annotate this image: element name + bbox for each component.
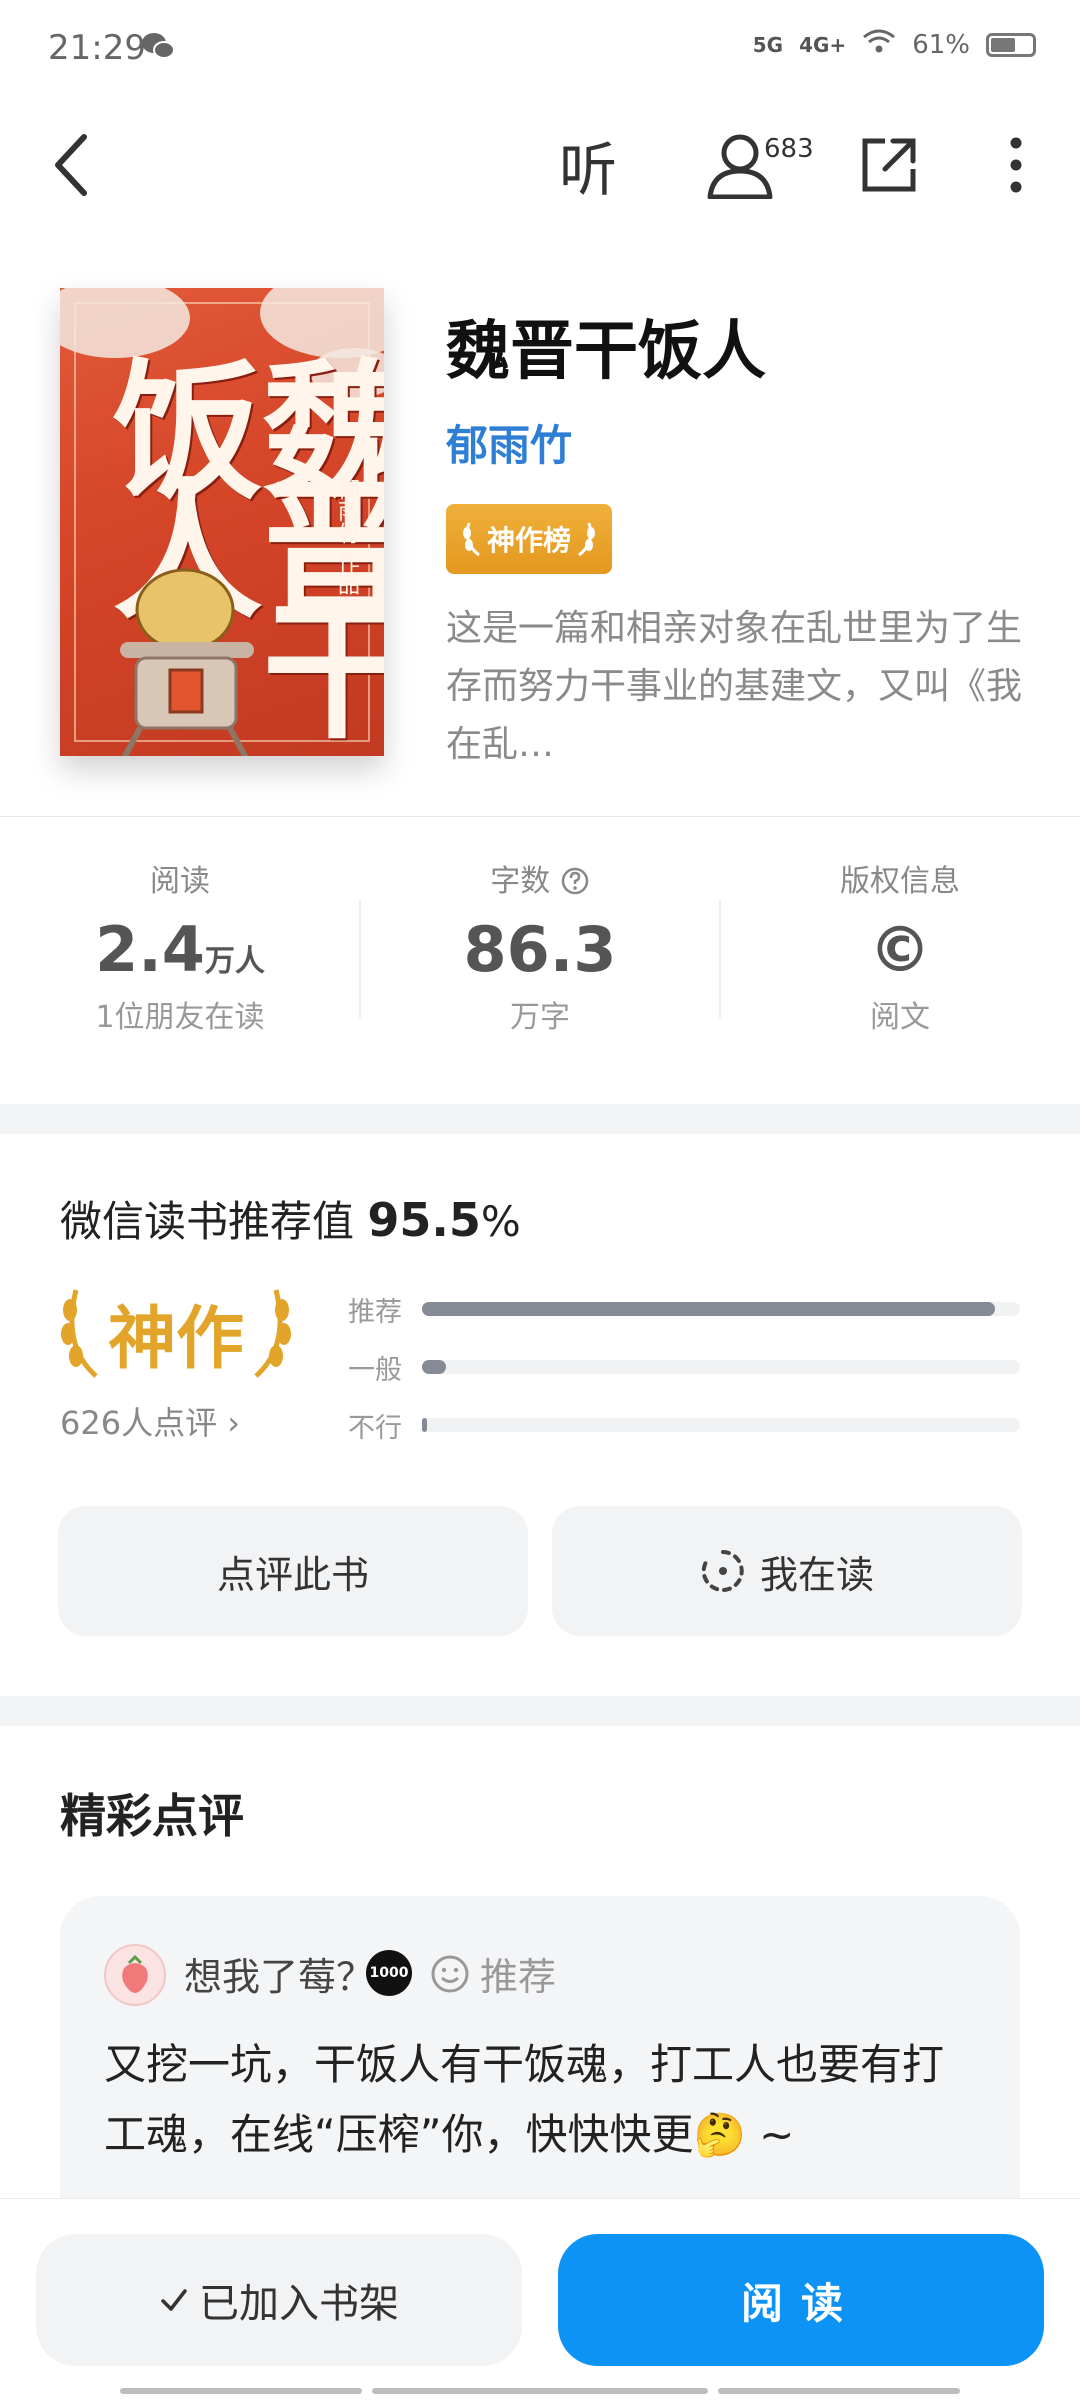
divider [0, 816, 1080, 817]
bookshelf-label: 已加入书架 [199, 2281, 399, 2327]
ranking-badge-label: 神作榜 [486, 524, 571, 557]
book-title: 魏晋干饭人 [446, 314, 766, 389]
laurel-right-icon [254, 1289, 292, 1378]
stat-reading-value: 2.4万人 [95, 913, 265, 986]
bar-fill [422, 1418, 427, 1432]
rating-level: 神作 [58, 1282, 294, 1382]
signal-5g-icon: 5G [752, 32, 784, 57]
read-button[interactable]: 阅读 [558, 2234, 1044, 2366]
share-button[interactable] [854, 130, 924, 200]
strawberry-avatar-icon [122, 1955, 148, 1993]
stat-words-label: 字数 [360, 860, 720, 904]
stat-reading-label: 阅读 [150, 864, 210, 899]
level-badge: 1000 [366, 1950, 412, 1996]
home-indicator [120, 2388, 362, 2394]
reviews-count-link[interactable]: 626人点评 › [60, 1398, 240, 1444]
stat-reading-friends: 1位朋友在读 [95, 1000, 265, 1035]
more-vertical-icon [1010, 137, 1022, 193]
signal-4g-icon: 4G+ [799, 32, 847, 57]
reading-dots-icon [701, 1550, 744, 1592]
check-icon [161, 2289, 187, 2311]
listeners-count: 683 [764, 134, 814, 164]
reading-now-button[interactable]: 我在读 [552, 1506, 1022, 1636]
section-band [0, 1696, 1080, 1726]
bar-bad [422, 1418, 1020, 1432]
more-button[interactable] [992, 130, 1040, 200]
cover-author: 郁雨竹 作品 [334, 478, 359, 595]
read-label: 阅读 [740, 2278, 861, 2328]
bar-label-average: 一般 [348, 1355, 402, 1386]
home-indicator [718, 2388, 960, 2394]
smile-icon [431, 1955, 469, 1992]
laurel-left-icon [61, 1289, 98, 1378]
battery-text: 61% [912, 29, 970, 60]
wechat-icon [140, 30, 176, 66]
home-indicator [372, 2388, 708, 2394]
review-book-label: 点评此书 [216, 1552, 369, 1597]
status-time: 21:29 [48, 28, 146, 68]
review-book-button[interactable]: 点评此书 [58, 1506, 528, 1636]
review-tag-label: 推荐 [480, 1955, 557, 1999]
ranking-badge[interactable]: 神作榜 [446, 504, 612, 574]
stat-copyright-label: 版权信息 [840, 864, 960, 899]
bar-recommend [422, 1302, 1020, 1316]
review-tag: 推荐 [430, 1946, 556, 2001]
external-link-icon [862, 138, 916, 192]
rating-level-label: 神作 [108, 1299, 245, 1379]
cover-illustration-censer [120, 568, 254, 756]
reviews-section-title: 精彩点评 [60, 1789, 244, 1843]
laurel-left-icon [462, 522, 480, 557]
bar-label-bad: 不行 [348, 1413, 402, 1444]
book-cover[interactable]: 魏晋干饭人 郁雨竹 作品 [60, 288, 384, 756]
bar-label-recommend: 推荐 [348, 1297, 402, 1328]
copyright-icon: © [869, 913, 931, 986]
book-author[interactable]: 郁雨竹 [446, 412, 572, 473]
bar-fill [422, 1360, 446, 1374]
book-synopsis[interactable]: 这是一篇和相亲对象在乱世里为了生存而努力干事业的基建文，又叫《我在乱… [446, 600, 1036, 774]
battery-icon [986, 32, 1036, 57]
listen-label: 听 [558, 136, 617, 204]
stat-copyright-holder: 阅文 [870, 1000, 930, 1035]
stat-words-unit: 万字 [510, 1000, 570, 1035]
bar-average [422, 1360, 1020, 1374]
review-text[interactable]: 又挖一坑，干饭人有干饭魂，打工人也要有打工魂，在线“压榨”你，快快快更🤔 ~ [104, 2030, 984, 2170]
stat-reading[interactable]: 阅读 2.4万人 1位朋友在读 [0, 860, 360, 1040]
laurel-right-icon [578, 522, 595, 557]
stat-words-value: 86.3 [463, 913, 617, 986]
listen-button[interactable]: 听 [548, 130, 628, 204]
section-band [0, 1104, 1080, 1134]
bar-fill [422, 1302, 995, 1316]
stat-words[interactable]: 字数 86.3 万字 [360, 860, 720, 1040]
wifi-icon [862, 28, 896, 61]
reading-now-label: 我在读 [759, 1552, 874, 1597]
chevron-left-icon [55, 134, 87, 196]
bookshelf-button[interactable]: 已加入书架 [36, 2234, 522, 2366]
status-indicators: 5G 4G+ 61% [753, 28, 1036, 61]
stat-copyright[interactable]: 版权信息 © 阅文 [720, 860, 1080, 1040]
back-button[interactable] [40, 130, 100, 200]
recommend-score: 微信读书推荐值 95.5% [60, 1193, 521, 1247]
avatar[interactable] [104, 1944, 166, 2006]
review-username[interactable]: 想我了莓？ [184, 1946, 374, 2001]
help-circle-icon [561, 867, 589, 895]
